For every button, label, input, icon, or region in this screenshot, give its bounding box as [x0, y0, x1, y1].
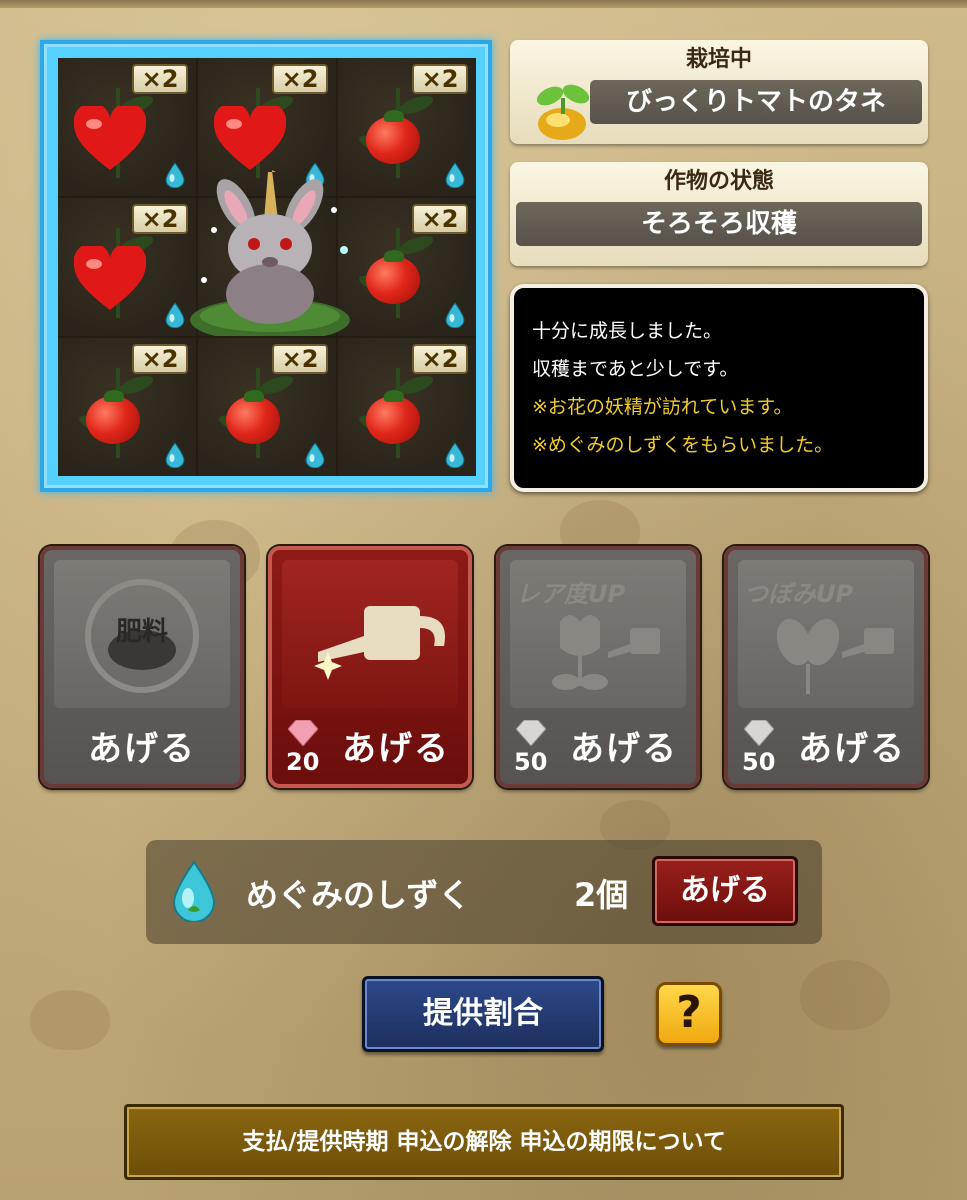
- plot-cell: ×2: [58, 198, 196, 336]
- tomato-icon: [226, 390, 280, 444]
- yield-multiplier-badge: ×2: [412, 204, 468, 234]
- yield-multiplier-badge: ×2: [132, 64, 188, 94]
- gem-icon: [744, 720, 774, 746]
- heart-tomato-icon: [74, 106, 146, 170]
- bud-up-label: あげる: [798, 729, 906, 769]
- yield-multiplier-badge: ×2: [272, 64, 328, 94]
- plot-cell: ×2: [58, 338, 196, 476]
- water-label: あげる: [342, 729, 450, 769]
- yield-multiplier-badge: ×2: [132, 204, 188, 234]
- fertilizer-button[interactable]: 肥料 あげる: [40, 546, 244, 788]
- tomato-icon: [366, 110, 420, 164]
- watering-can-icon: [314, 606, 445, 680]
- message-line: 収穫まであと少しです。: [532, 358, 739, 380]
- planter-plot[interactable]: ×2 ×2 ×2 ×2 ×2 ×2 ×2 ×2: [40, 40, 492, 492]
- rarity-up-label: あげる: [570, 729, 678, 769]
- blessing-drop-icon: [172, 860, 216, 922]
- bud-up-icon-area: つぼみUP: [738, 560, 914, 708]
- background-slime-pattern: [30, 990, 110, 1050]
- give-drop-button[interactable]: あげる: [652, 856, 798, 926]
- fairy-rabbit-monster: [190, 170, 350, 336]
- cultivation-header: 栽培中: [685, 47, 752, 72]
- plot-cell: ×2: [338, 198, 476, 336]
- tomato-icon: [366, 250, 420, 304]
- gem-icon: [516, 720, 546, 746]
- status-message-box: 十分に成長しました。 収穫まであと少しです。 ※お花の妖精が訪れています。 ※め…: [510, 284, 928, 492]
- yield-multiplier-badge: ×2: [412, 344, 468, 374]
- payment-terms-link[interactable]: 支払/提供時期 申込の解除 申込の期限について: [124, 1104, 844, 1180]
- water-drop-icon: [445, 302, 465, 328]
- rarity-up-cost: 50: [514, 748, 548, 776]
- tomato-icon: [86, 390, 140, 444]
- bud-up-title: つぼみUP: [744, 580, 854, 608]
- crop-status-header: 作物の状態: [663, 169, 774, 194]
- background-slime-pattern: [800, 960, 890, 1030]
- message-note: ※めぐみのしずくをもらいました。: [532, 434, 834, 456]
- bud-up-cost: 50: [742, 748, 776, 776]
- rarity-up-button[interactable]: レア度UP 50 あげる: [496, 546, 700, 788]
- rarity-up-icon-area: レア度UP: [510, 560, 686, 708]
- blessing-drop-name: めぐみのしずく: [246, 876, 471, 914]
- yield-multiplier-badge: ×2: [412, 64, 468, 94]
- water-drop-icon: [165, 162, 185, 188]
- plot-cell: ×2: [338, 338, 476, 476]
- bud-up-button[interactable]: つぼみUP 50 あげる: [724, 546, 928, 788]
- blessing-drop-row: めぐみのしずく 2個 あげる: [146, 840, 822, 944]
- water-drop-icon: [165, 442, 185, 468]
- message-line: 十分に成長しました。: [532, 320, 723, 342]
- help-button[interactable]: ?: [656, 982, 722, 1046]
- seed-name: びっくりトマトのタネ: [590, 80, 922, 124]
- water-cost: 20: [286, 748, 320, 776]
- fertilizer-label: あげる: [88, 729, 196, 769]
- cultivation-panel: 栽培中 びっくりトマトのタネ: [510, 40, 928, 144]
- heart-tomato-icon: [74, 246, 146, 310]
- tulip-icon: [552, 615, 660, 690]
- plot-cell: ×2: [198, 338, 336, 476]
- bud-icon: [776, 618, 894, 694]
- top-border: [0, 0, 967, 8]
- plot-cell: ×2: [58, 58, 196, 196]
- blessing-drop-count: 2個: [574, 876, 629, 914]
- plot-cell: ×2: [338, 58, 476, 196]
- yield-multiplier-badge: ×2: [272, 344, 328, 374]
- water-button[interactable]: 20 あげる: [268, 546, 472, 788]
- fertilizer-icon-text: 肥料: [116, 617, 168, 647]
- rarity-up-title: レア度UP: [516, 580, 626, 608]
- water-drop-icon: [445, 162, 465, 188]
- tomato-icon: [366, 390, 420, 444]
- seed-icon: [536, 84, 590, 140]
- message-note: ※お花の妖精が訪れています。: [532, 396, 793, 418]
- gem-icon: [288, 720, 318, 746]
- water-drop-icon: [445, 442, 465, 468]
- yield-multiplier-badge: ×2: [132, 344, 188, 374]
- crop-status-panel: 作物の状態 そろそろ収穫: [510, 162, 928, 266]
- water-drop-icon: [165, 302, 185, 328]
- fertilizer-icon: 肥料: [85, 579, 199, 693]
- fertilizer-icon-area: 肥料: [54, 560, 230, 708]
- provision-rate-button[interactable]: 提供割合: [362, 976, 604, 1052]
- crop-status-value: そろそろ収穫: [516, 202, 922, 246]
- water-drop-icon: [305, 442, 325, 468]
- heart-tomato-icon: [214, 106, 286, 170]
- water-icon-area: [282, 560, 458, 708]
